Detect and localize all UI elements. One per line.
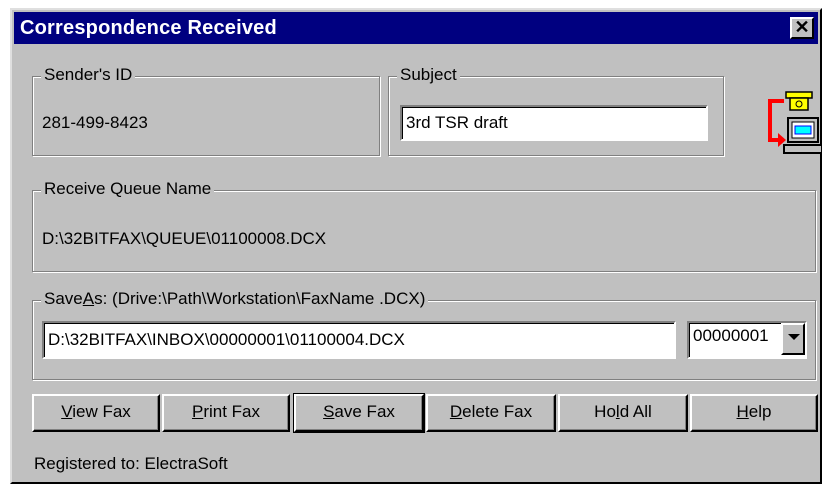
close-icon: ✕ bbox=[794, 17, 810, 37]
saveas-path-input[interactable] bbox=[42, 321, 676, 359]
fax-to-computer-icon bbox=[764, 88, 823, 160]
saveas-legend: SaveAs: (Drive:\Path\Workstation\FaxName… bbox=[41, 289, 429, 309]
sender-id-group: Sender's ID 281-499-8423 bbox=[32, 65, 380, 156]
receive-queue-legend: Receive Queue Name bbox=[41, 179, 215, 199]
receive-queue-value: D:\32BITFAX\QUEUE\01100008.DCX bbox=[42, 229, 327, 248]
view-fax-button[interactable]: View Fax bbox=[32, 394, 160, 432]
saveas-group: SaveAs: (Drive:\Path\Workstation\FaxName… bbox=[32, 289, 816, 380]
print-fax-button[interactable]: Print Fax bbox=[162, 394, 290, 432]
correspondence-dialog: Correspondence Received ✕ Sender's ID 28… bbox=[10, 8, 823, 484]
registered-to-label: Registered to: ElectraSoft bbox=[34, 454, 228, 473]
title-bar[interactable]: Correspondence Received ✕ bbox=[14, 12, 818, 44]
save-fax-button[interactable]: Save Fax bbox=[293, 393, 425, 433]
subject-input[interactable] bbox=[400, 105, 708, 141]
sender-id-value: 281-499-8423 bbox=[42, 113, 148, 132]
subject-legend: Subject bbox=[397, 65, 460, 85]
workstation-select-value: 00000001 bbox=[693, 326, 769, 345]
hold-all-button[interactable]: Hold All bbox=[558, 394, 688, 432]
close-button[interactable]: ✕ bbox=[790, 17, 814, 39]
window-title: Correspondence Received bbox=[20, 17, 277, 39]
delete-fax-button[interactable]: Delete Fax bbox=[426, 394, 556, 432]
help-button[interactable]: Help bbox=[690, 394, 818, 432]
workstation-select[interactable]: 00000001 bbox=[687, 321, 807, 359]
subject-group: Subject bbox=[388, 65, 724, 156]
receive-queue-group: Receive Queue Name D:\32BITFAX\QUEUE\011… bbox=[32, 179, 816, 272]
chevron-down-icon[interactable] bbox=[781, 323, 805, 355]
sender-id-legend: Sender's ID bbox=[41, 65, 136, 85]
